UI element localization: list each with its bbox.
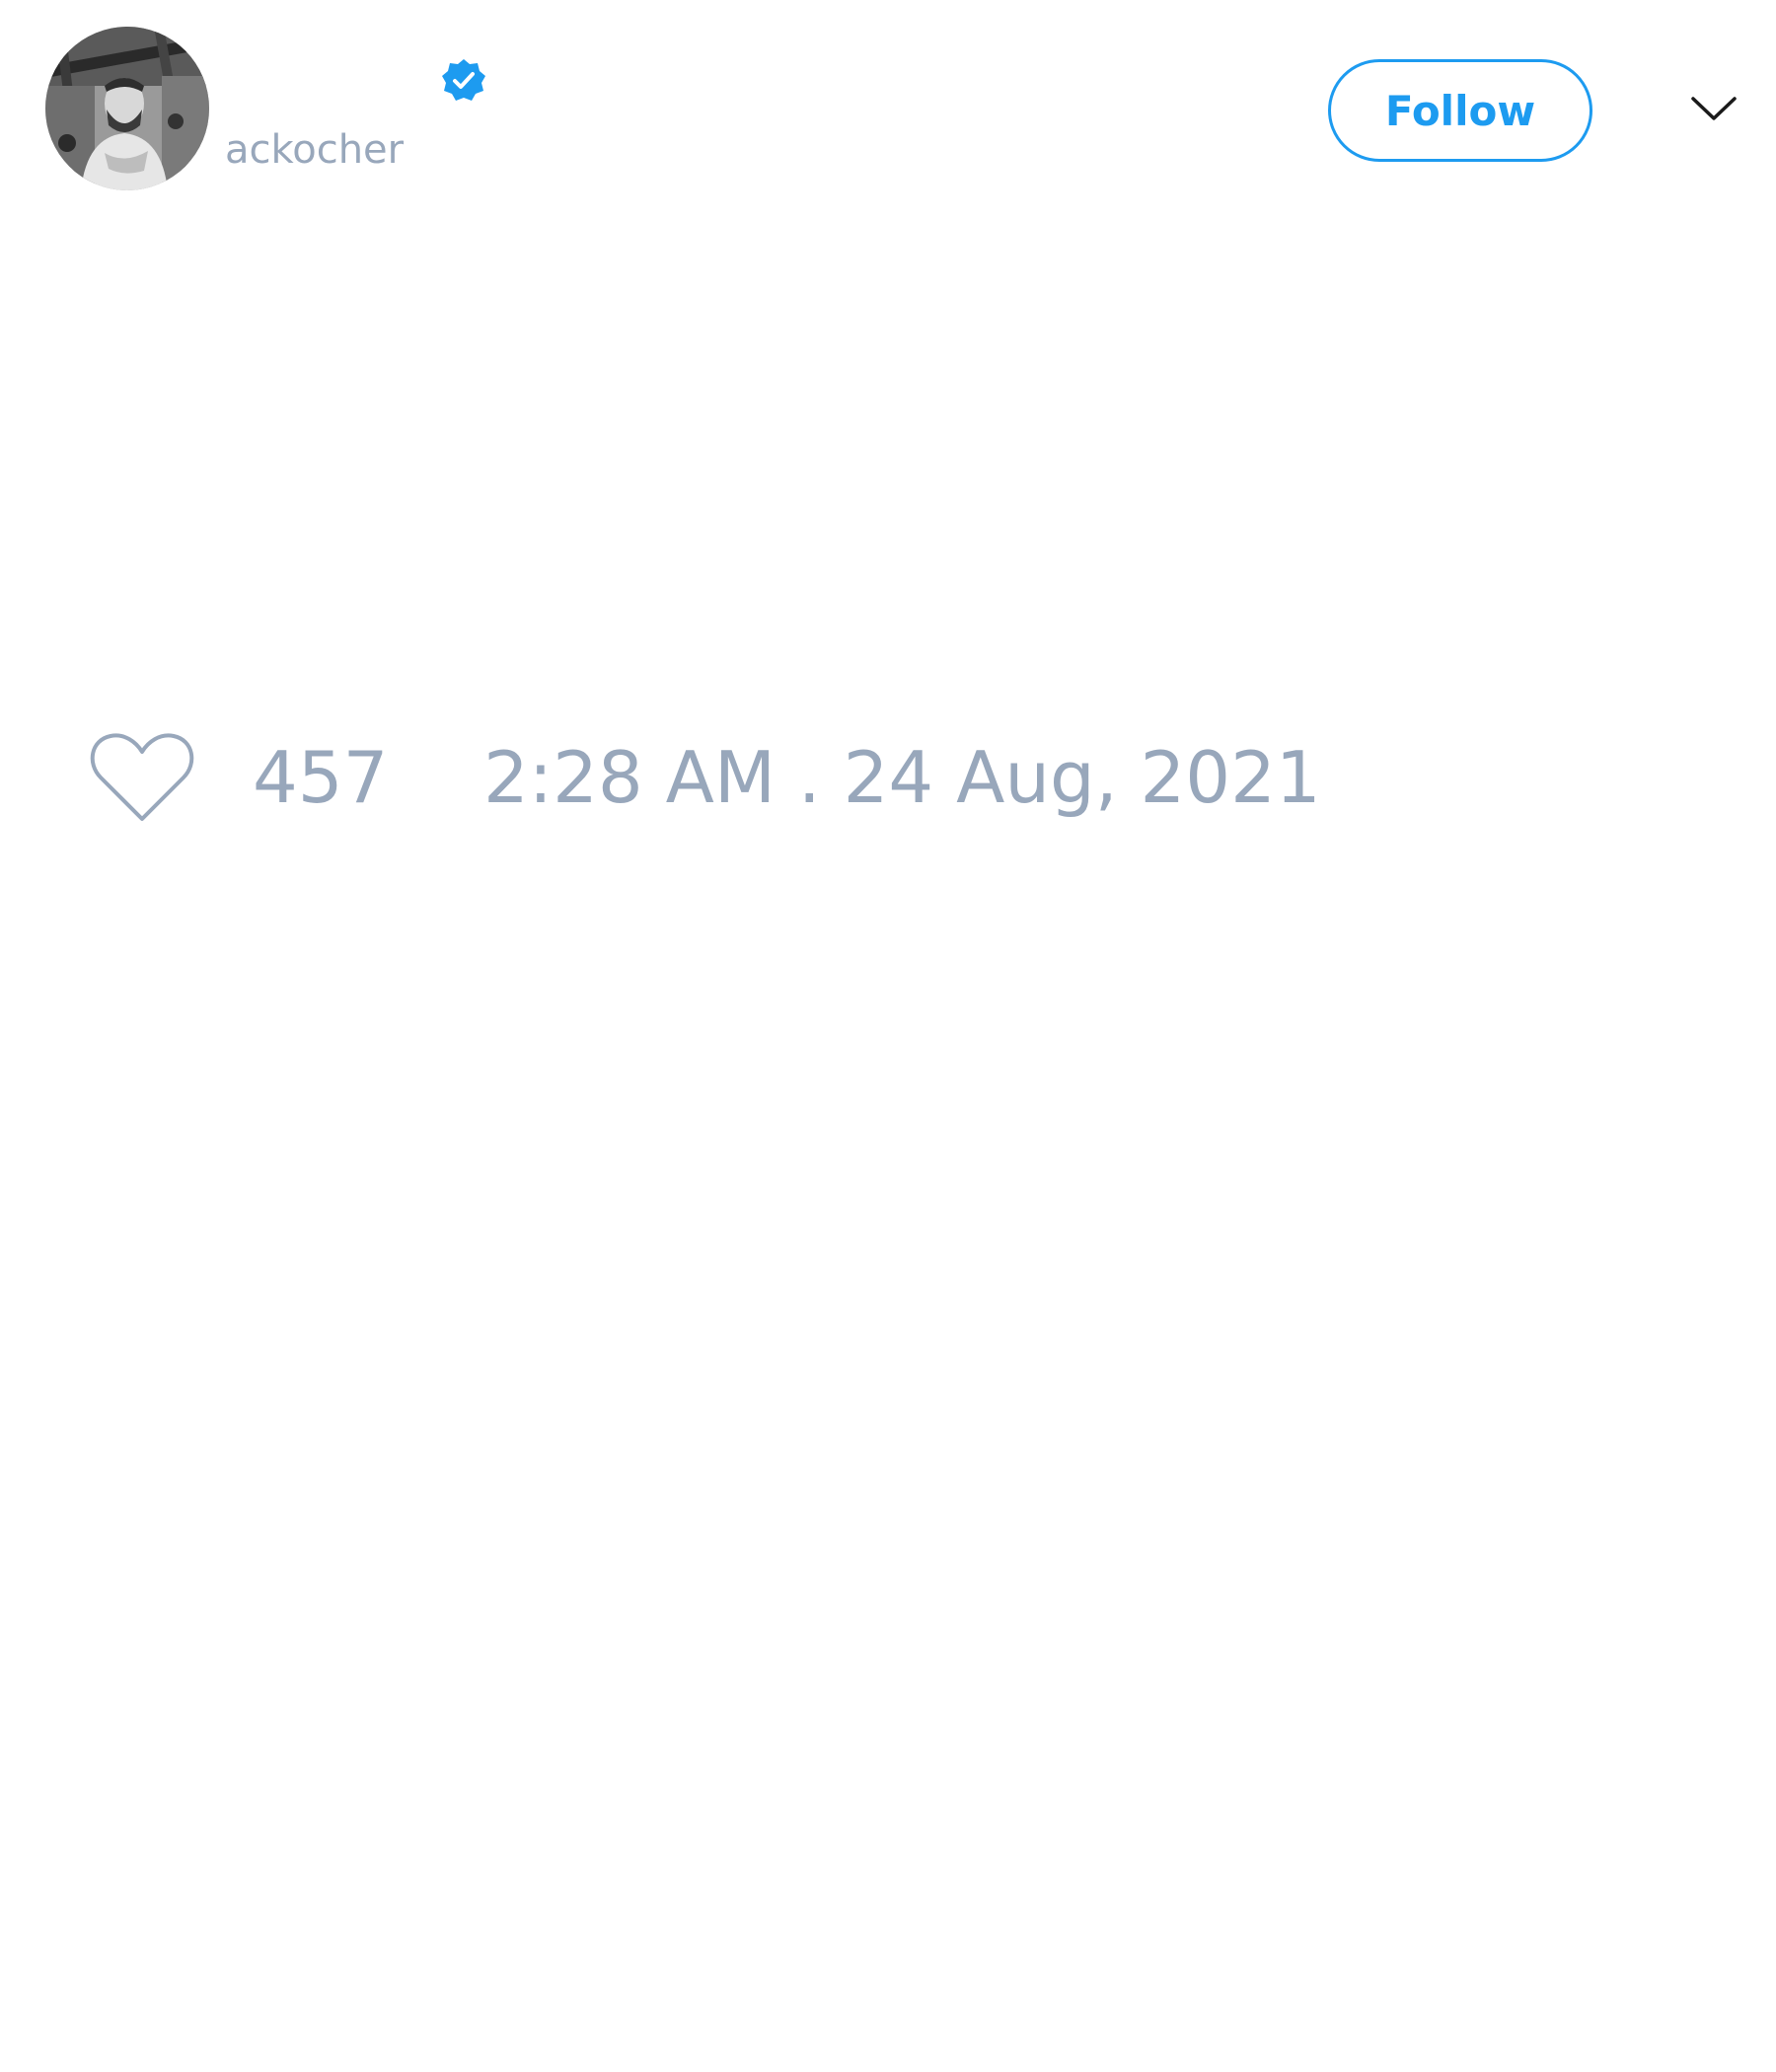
heart-icon[interactable] (89, 730, 195, 825)
follow-button[interactable]: Follow (1328, 59, 1592, 162)
like-count: 457 (253, 736, 389, 819)
avatar[interactable] (45, 27, 209, 190)
tweet-timestamp[interactable]: 2:28 AM . 24 Aug, 2021 (483, 734, 1321, 821)
chevron-down-icon[interactable] (1689, 89, 1739, 130)
verified-badge-icon (442, 59, 485, 101)
avatar-photo (45, 27, 209, 190)
author-handle[interactable]: ackocher (225, 124, 404, 176)
